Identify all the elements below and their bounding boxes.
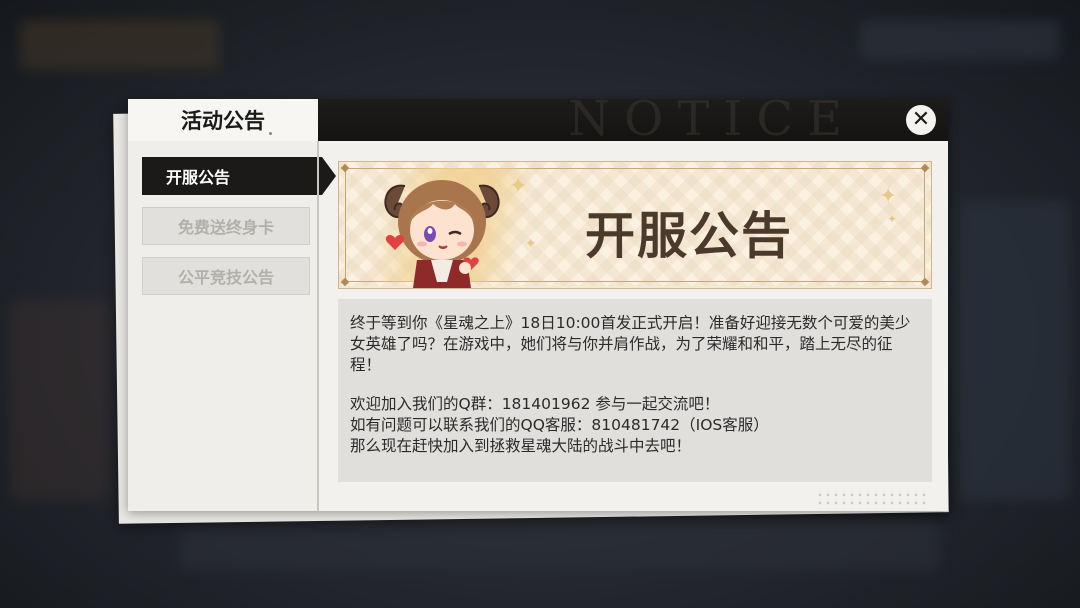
content-cta-line: 那么现在赶快加入到拯救星魂大陆的战斗中去吧！	[350, 437, 692, 455]
dialog-header-bar: NOTICE ✕	[318, 99, 948, 147]
sidebar-item-label: 开服公告	[166, 168, 231, 187]
background-blur	[10, 300, 110, 500]
sidebar: 开服公告 免费送终身卡 公平竞技公告	[128, 141, 336, 511]
announcement-banner: ✦ ✦ ✦ ✦ 开服公告	[338, 161, 932, 289]
title-decoration	[269, 132, 272, 135]
decorative-dots	[816, 491, 926, 505]
content-support-line: 如有问题可以联系我们的QQ客服：810481742（IOS客服）	[350, 416, 769, 434]
banner-title: 开服公告	[585, 207, 793, 265]
sidebar-item-server-open[interactable]: 开服公告	[142, 157, 336, 195]
dialog-title: 活动公告	[128, 99, 318, 141]
close-icon: ✕	[911, 107, 931, 132]
header-watermark: NOTICE	[568, 99, 857, 147]
sparkle-icon: ✦	[887, 212, 898, 226]
chibi-character-icon	[384, 180, 500, 288]
background-blur	[20, 20, 220, 70]
announcement-content: 终于等到你《星魂之上》18日10:00首发正式开启！准备好迎接无数个可爱的美少女…	[338, 299, 932, 482]
sparkle-icon: ✦	[879, 184, 898, 209]
sidebar-divider	[317, 141, 319, 511]
sparkle-icon: ✦	[509, 174, 528, 199]
dialog-title-text: 活动公告	[181, 109, 265, 133]
sparkle-icon: ✦	[525, 236, 537, 252]
content-paragraph: 终于等到你《星魂之上》18日10:00首发正式开启！准备好迎接无数个可爱的美少女…	[350, 314, 911, 374]
announcement-dialog: NOTICE ✕ 活动公告 开服公告 免费送终身卡 公平竞技公告 ✦ ✦ ✦ ✦…	[128, 99, 948, 511]
sidebar-item-free-lifetime-card[interactable]: 免费送终身卡	[142, 207, 310, 245]
background-blur	[960, 200, 1070, 500]
close-button[interactable]: ✕	[906, 105, 936, 135]
background-blur	[180, 520, 940, 570]
sidebar-item-fair-competition[interactable]: 公平竞技公告	[142, 257, 310, 295]
background-blur	[860, 20, 1060, 60]
content-qq-group-line: 欢迎加入我们的Q群：181401962 参与一起交流吧！	[350, 395, 720, 413]
sidebar-item-label: 免费送终身卡	[177, 218, 274, 237]
sidebar-item-label: 公平竞技公告	[177, 268, 274, 287]
